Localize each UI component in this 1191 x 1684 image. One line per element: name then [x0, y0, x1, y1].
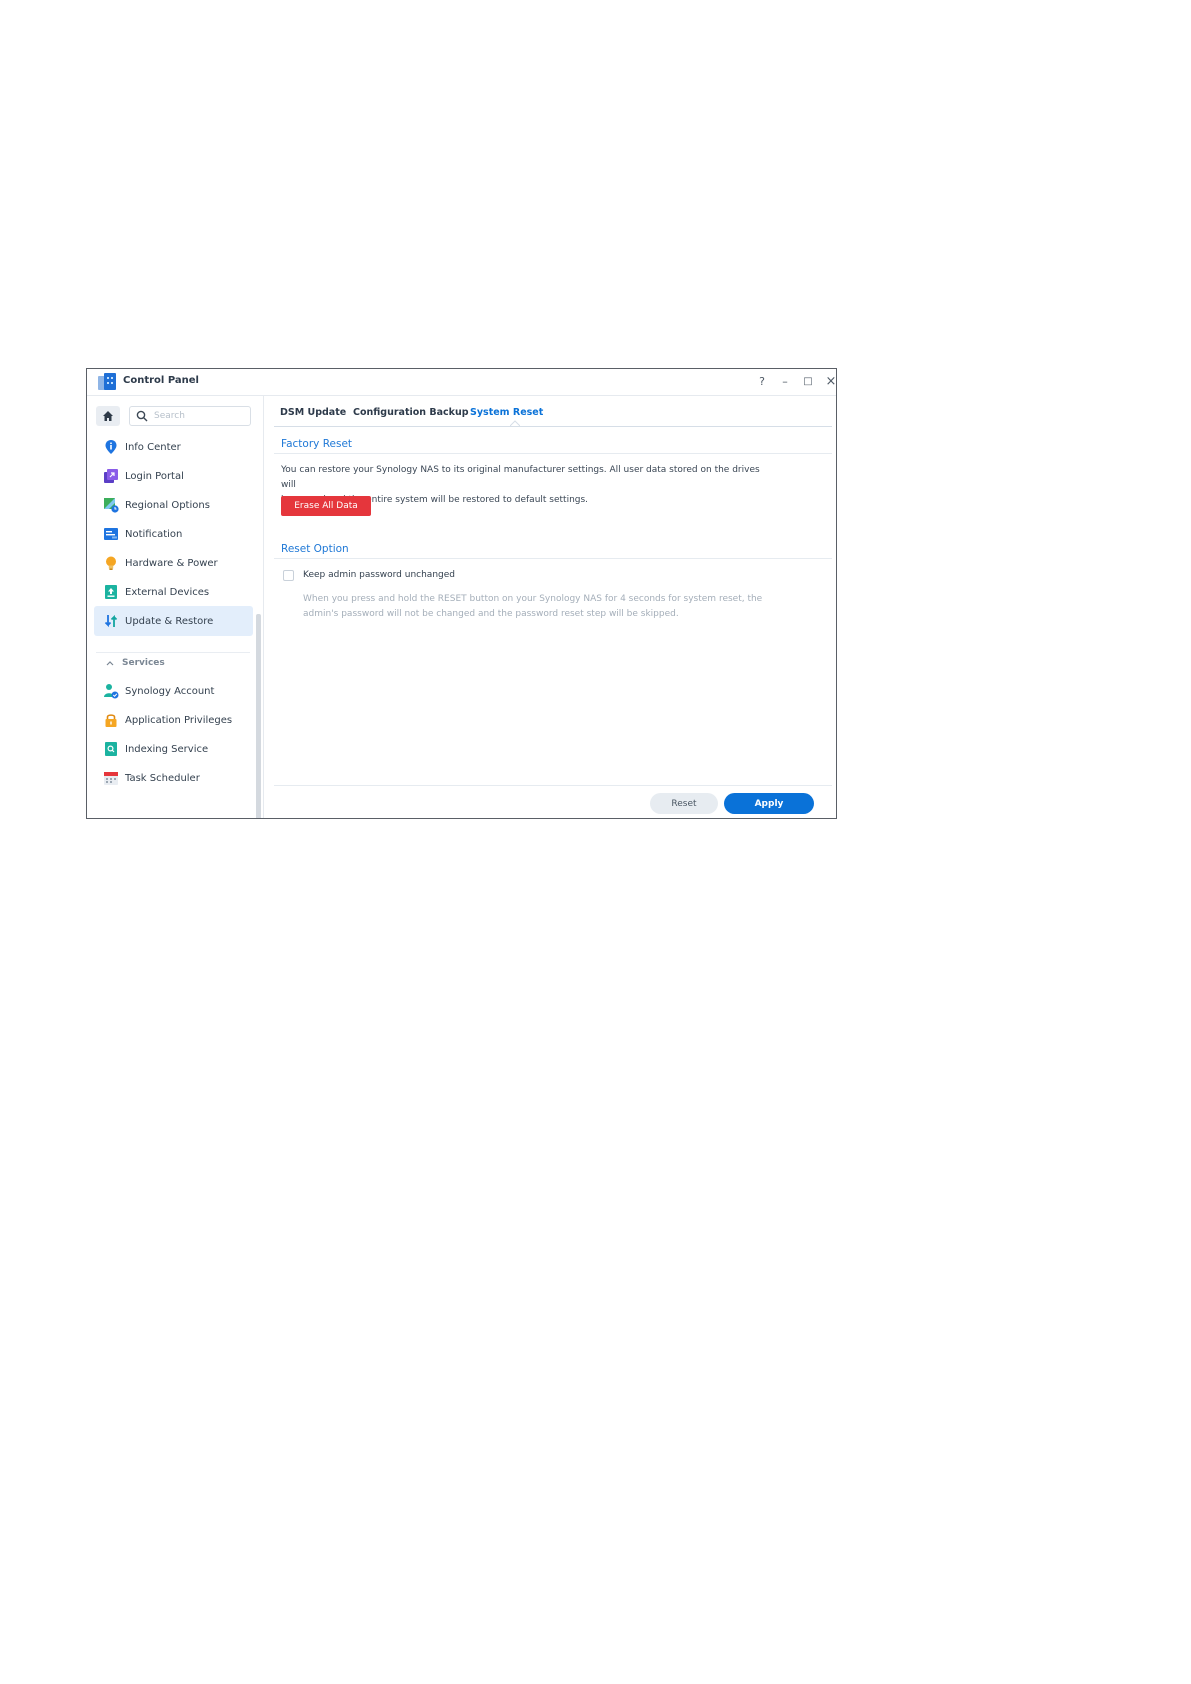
keep-admin-password-checkbox[interactable]: [283, 570, 294, 581]
sidebar-item-label: Update & Restore: [125, 615, 214, 627]
sidebar-item-task-scheduler[interactable]: Task Scheduler: [94, 763, 253, 793]
regional-options-icon: [104, 498, 119, 513]
tab-bar: DSM Update Configuration Backup System R…: [274, 396, 832, 427]
sidebar-scrollbar[interactable]: [256, 614, 261, 818]
sidebar-item-update-restore[interactable]: Update & Restore: [94, 606, 253, 636]
sidebar-item-label: Notification: [125, 528, 183, 540]
home-button[interactable]: [96, 406, 120, 426]
tab-system-reset[interactable]: System Reset: [470, 407, 543, 418]
lock-icon: [105, 714, 117, 727]
lightbulb-icon: [106, 556, 116, 570]
search-input[interactable]: [154, 409, 244, 423]
sidebar-item-info-center[interactable]: Info Center: [94, 432, 253, 462]
tab-dsm-update[interactable]: DSM Update: [280, 407, 346, 418]
indexing-icon: [105, 742, 117, 756]
sidebar-item-label: Login Portal: [125, 470, 184, 482]
section-divider: [274, 558, 832, 559]
hint-line: When you press and hold the RESET button…: [303, 594, 763, 604]
sidebar: Info Center Login Portal Regional Option…: [87, 396, 264, 818]
control-panel-icon: [98, 373, 116, 390]
sidebar-item-regional-options[interactable]: Regional Options: [94, 490, 253, 520]
synology-account-icon: [104, 684, 119, 699]
sidebar-item-synology-account[interactable]: Synology Account: [94, 676, 253, 706]
notification-icon: [104, 528, 118, 540]
reset-option-hint: When you press and hold the RESET button…: [303, 592, 783, 622]
help-button[interactable]: ?: [754, 373, 770, 389]
login-portal-icon: [104, 469, 118, 483]
update-restore-icon: [104, 614, 118, 628]
erase-all-data-button[interactable]: Erase All Data: [281, 496, 371, 516]
title-bar[interactable]: Control Panel ? – □ ×: [87, 369, 836, 396]
services-section-label: Services: [122, 658, 165, 668]
sidebar-item-application-privileges[interactable]: Application Privileges: [94, 705, 253, 735]
reset-option-title: Reset Option: [281, 543, 349, 555]
tab-configuration-backup[interactable]: Configuration Backup: [353, 407, 469, 418]
hint-line: admin's password will not be changed and…: [303, 609, 679, 619]
home-icon: [103, 411, 113, 421]
window-title: Control Panel: [123, 375, 199, 386]
factory-reset-title: Factory Reset: [281, 438, 353, 450]
sidebar-item-label: Indexing Service: [125, 743, 209, 755]
search-icon: [136, 410, 148, 422]
section-divider: [274, 453, 832, 454]
sidebar-item-label: Task Scheduler: [125, 772, 200, 784]
sidebar-item-indexing-service[interactable]: Indexing Service: [94, 734, 253, 764]
main-content: DSM Update Configuration Backup System R…: [264, 396, 836, 818]
external-devices-icon: [105, 585, 117, 599]
sidebar-item-label: Hardware & Power: [125, 557, 218, 569]
keep-admin-password-label[interactable]: Keep admin password unchanged: [303, 570, 455, 580]
sidebar-item-login-portal[interactable]: Login Portal: [94, 461, 253, 491]
sidebar-item-notification[interactable]: Notification: [94, 519, 253, 549]
services-section-toggle[interactable]: Services: [105, 658, 165, 668]
sidebar-item-hardware-power[interactable]: Hardware & Power: [94, 548, 253, 578]
reset-button[interactable]: Reset: [650, 793, 718, 814]
apply-button[interactable]: Apply: [724, 793, 814, 814]
minimize-button[interactable]: –: [777, 373, 793, 389]
search-box[interactable]: [129, 406, 251, 426]
sidebar-item-label: Application Privileges: [125, 714, 233, 726]
sidebar-item-label: Synology Account: [125, 685, 215, 697]
sidebar-item-external-devices[interactable]: External Devices: [94, 577, 253, 607]
calendar-icon: [104, 772, 118, 785]
chevron-up-icon: [106, 661, 114, 666]
close-button[interactable]: ×: [823, 373, 836, 389]
sidebar-item-label: Info Center: [125, 441, 181, 453]
footer-divider: [274, 785, 832, 786]
active-tab-indicator: [510, 420, 520, 426]
sidebar-item-label: External Devices: [125, 586, 210, 598]
sidebar-divider: [96, 652, 250, 653]
control-panel-window: Control Panel ? – □ × Info Center: [86, 368, 837, 819]
maximize-button[interactable]: □: [800, 373, 816, 389]
description-line: You can restore your Synology NAS to its…: [281, 465, 760, 490]
info-icon: [105, 440, 117, 454]
sidebar-item-label: Regional Options: [125, 499, 210, 511]
